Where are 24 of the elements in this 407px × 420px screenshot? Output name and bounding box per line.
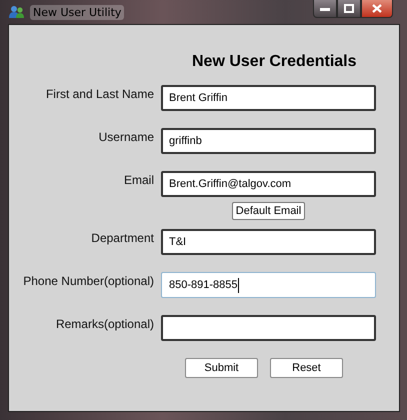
close-icon bbox=[372, 4, 382, 13]
input-field[interactable]: Brent.Griffin@talgov.com bbox=[161, 171, 376, 197]
input-field[interactable] bbox=[161, 315, 376, 341]
close-button[interactable] bbox=[361, 0, 393, 18]
users-icon bbox=[9, 5, 25, 19]
input-field[interactable]: griffinb bbox=[161, 128, 376, 154]
input-field[interactable]: Brent Griffin bbox=[161, 85, 376, 111]
form-button[interactable]: Submit bbox=[185, 358, 258, 378]
window-title: New User Utility bbox=[30, 4, 124, 20]
field-label: Remarks(optional) bbox=[54, 316, 154, 331]
maximize-icon bbox=[344, 4, 354, 13]
minimize-button[interactable] bbox=[313, 0, 337, 18]
maximize-button[interactable] bbox=[337, 0, 361, 18]
field-label: Email bbox=[122, 172, 154, 187]
field-label: Username bbox=[98, 129, 154, 144]
default-email-button[interactable]: Default Email bbox=[232, 202, 306, 220]
form-button[interactable]: Reset bbox=[270, 358, 343, 378]
form-heading: New User Credentials bbox=[192, 53, 358, 71]
field-label: Phone Number(optional) bbox=[22, 273, 154, 288]
field-label: First and Last Name bbox=[44, 86, 154, 101]
input-field[interactable]: 850-891-8855 bbox=[161, 272, 376, 298]
field-label: Department bbox=[90, 230, 154, 245]
input-field[interactable]: T&I bbox=[161, 229, 376, 255]
minimize-icon bbox=[320, 6, 330, 10]
